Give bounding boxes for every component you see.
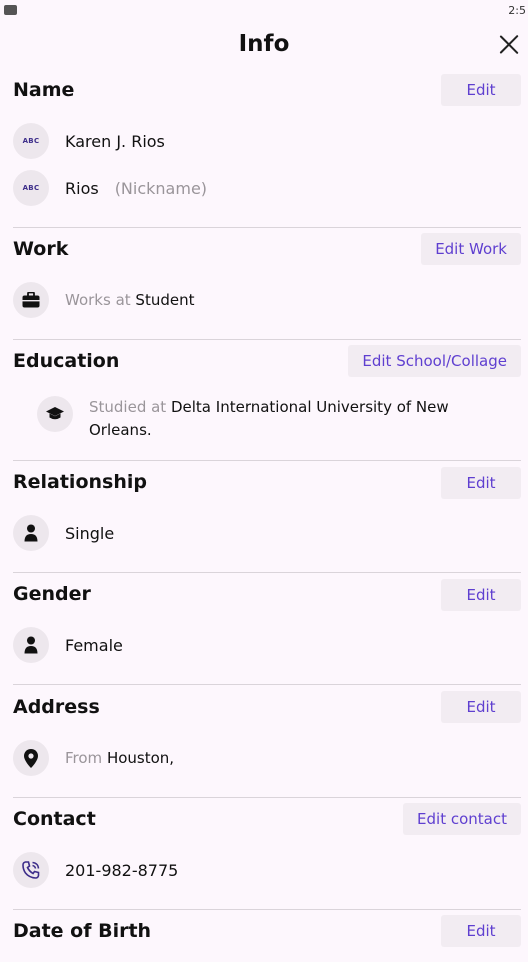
short-name: Rios bbox=[65, 178, 99, 198]
address-prefix: From bbox=[65, 749, 103, 767]
education-value-line2: Orleans. bbox=[89, 421, 152, 439]
contact-title: Contact bbox=[13, 808, 96, 830]
relationship-value: Single bbox=[65, 523, 115, 543]
abc-icon: ABC bbox=[13, 170, 49, 206]
divider bbox=[13, 339, 521, 340]
graduation-cap-icon bbox=[37, 396, 73, 432]
status-bar: 2:5 bbox=[0, 0, 528, 22]
divider bbox=[13, 909, 521, 910]
edit-relationship-button[interactable]: Edit bbox=[441, 467, 521, 499]
edit-dob-button[interactable]: Edit bbox=[441, 915, 521, 947]
full-name: Karen J. Rios bbox=[65, 131, 165, 151]
gender-value: Female bbox=[65, 635, 123, 655]
phone-icon bbox=[13, 852, 49, 888]
status-time: 2:5 bbox=[508, 4, 526, 17]
relationship-row: Single bbox=[13, 515, 114, 551]
person-icon bbox=[13, 515, 49, 551]
address-row: From Houston, bbox=[13, 740, 174, 776]
notification-icon bbox=[4, 5, 17, 15]
divider bbox=[13, 460, 521, 461]
person-icon bbox=[13, 627, 49, 663]
education-value-line1: Delta International University of New bbox=[170, 398, 449, 416]
divider bbox=[13, 572, 521, 573]
edit-name-button[interactable]: Edit bbox=[441, 74, 521, 106]
education-text: Studied at Delta International Universit… bbox=[89, 396, 489, 442]
edit-address-button[interactable]: Edit bbox=[441, 691, 521, 723]
location-pin-icon bbox=[13, 740, 49, 776]
divider bbox=[13, 684, 521, 685]
nickname-row: ABC Rios (Nickname) bbox=[13, 170, 207, 206]
address-title: Address bbox=[13, 696, 100, 718]
close-icon[interactable] bbox=[498, 33, 520, 55]
edit-contact-button[interactable]: Edit contact bbox=[403, 803, 521, 835]
work-value: Student bbox=[135, 291, 195, 309]
edit-work-button[interactable]: Edit Work bbox=[421, 233, 521, 265]
page-title: Info bbox=[238, 31, 290, 57]
full-name-row: ABC Karen J. Rios bbox=[13, 123, 165, 159]
abc-icon: ABC bbox=[13, 123, 49, 159]
name-title: Name bbox=[13, 79, 75, 101]
nickname-hint: (Nickname) bbox=[114, 178, 208, 198]
address-value: Houston, bbox=[106, 749, 175, 767]
edit-education-button[interactable]: Edit School/Collage bbox=[348, 345, 521, 377]
contact-row: 201-982-8775 bbox=[13, 852, 178, 888]
education-title: Education bbox=[13, 350, 120, 372]
work-title: Work bbox=[13, 238, 69, 260]
gender-title: Gender bbox=[13, 583, 91, 605]
relationship-title: Relationship bbox=[13, 471, 147, 493]
education-prefix: Studied at bbox=[89, 398, 167, 416]
divider bbox=[13, 227, 521, 228]
gender-row: Female bbox=[13, 627, 123, 663]
edit-gender-button[interactable]: Edit bbox=[441, 579, 521, 611]
divider bbox=[13, 797, 521, 798]
briefcase-icon bbox=[13, 282, 49, 318]
contact-phone: 201-982-8775 bbox=[65, 860, 179, 880]
work-prefix: Works at bbox=[65, 291, 131, 309]
work-row: Works at Student bbox=[13, 282, 194, 318]
dob-title: Date of Birth bbox=[13, 920, 152, 942]
